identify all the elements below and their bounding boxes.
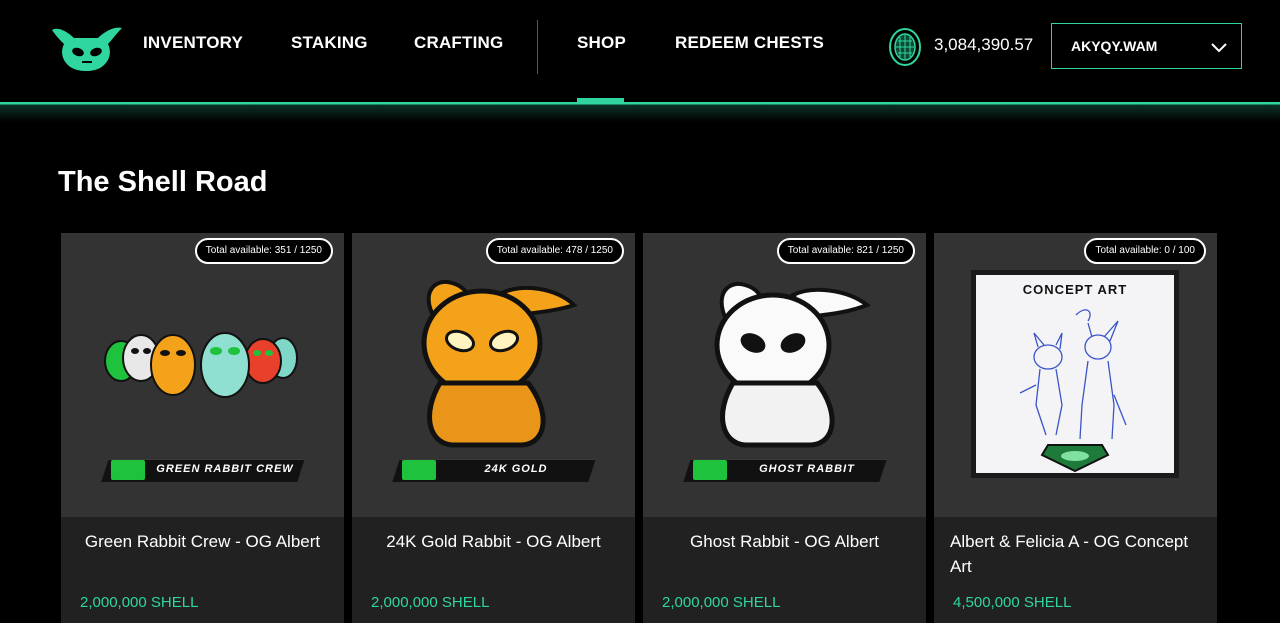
shell-balance: 3,084,390.57 bbox=[934, 35, 1034, 54]
nav-item-inventory[interactable]: INVENTORY bbox=[143, 33, 243, 55]
card-image[interactable]: Total available: 0 / 100 CONCEPT ART bbox=[934, 233, 1217, 517]
nav-divider bbox=[537, 20, 538, 74]
edition-tag bbox=[693, 460, 727, 480]
concept-art-canvas: CONCEPT ART bbox=[976, 275, 1174, 473]
card-image[interactable]: Total available: 821 / 1250 GHOST RABBIT bbox=[643, 233, 926, 517]
card-banner-text: GHOST RABBIT bbox=[759, 463, 855, 475]
shop-card-concept-art[interactable]: Total available: 0 / 100 CONCEPT ART Alb… bbox=[934, 233, 1217, 623]
top-navigation-bar: INVENTORY STAKING CRAFTING SHOP REDEEM C… bbox=[0, 0, 1280, 102]
shop-card-ghost-rabbit[interactable]: Total available: 821 / 1250 GHOST RABBIT… bbox=[643, 233, 926, 623]
card-title: Ghost Rabbit - OG Albert bbox=[690, 532, 879, 551]
nav-item-staking[interactable]: STAKING bbox=[291, 33, 368, 55]
card-title: Green Rabbit Crew - OG Albert bbox=[84, 532, 321, 551]
concept-art-frame: CONCEPT ART bbox=[971, 270, 1179, 478]
edition-tag bbox=[111, 460, 145, 480]
rabbit-logo-icon[interactable] bbox=[48, 22, 124, 72]
chevron-down-icon bbox=[1211, 43, 1227, 53]
nav-item-crafting[interactable]: CRAFTING bbox=[414, 33, 503, 55]
edition-tag bbox=[402, 460, 436, 480]
shop-card-green-rabbit-crew[interactable]: Total available: 351 / 1250 GREEN RABBIT… bbox=[61, 233, 344, 623]
concept-sketch-artwork bbox=[1019, 309, 1127, 473]
card-image[interactable]: Total available: 478 / 1250 24K GOLD bbox=[352, 233, 635, 517]
card-title: Albert & Felicia A - OG Concept Art bbox=[950, 532, 1189, 576]
card-image[interactable]: Total available: 351 / 1250 GREEN RABBIT… bbox=[61, 233, 344, 517]
page-title: The Shell Road bbox=[58, 166, 268, 198]
card-banner-text: 24K GOLD bbox=[484, 463, 548, 475]
account-name: AKYQY.WAM bbox=[1071, 38, 1158, 54]
card-price: 2,000,000 SHELL bbox=[662, 594, 781, 611]
account-dropdown[interactable]: AKYQY.WAM bbox=[1051, 23, 1242, 69]
shell-coin-icon bbox=[889, 28, 921, 66]
card-banner-text: GREEN RABBIT CREW bbox=[156, 463, 294, 475]
nav-item-redeem-chests[interactable]: REDEEM CHESTS bbox=[675, 33, 824, 55]
card-title: 24K Gold Rabbit - OG Albert bbox=[386, 532, 601, 551]
header-glow-divider bbox=[0, 102, 1280, 122]
shop-card-24k-gold-rabbit[interactable]: Total available: 478 / 1250 24K GOLD 24K… bbox=[352, 233, 635, 623]
card-price: 4,500,000 SHELL bbox=[953, 594, 1072, 611]
nav-item-shop[interactable]: SHOP bbox=[577, 33, 626, 55]
card-price: 2,000,000 SHELL bbox=[371, 594, 490, 611]
card-price: 2,000,000 SHELL bbox=[80, 594, 199, 611]
availability-badge: Total available: 0 / 100 bbox=[1084, 238, 1206, 264]
